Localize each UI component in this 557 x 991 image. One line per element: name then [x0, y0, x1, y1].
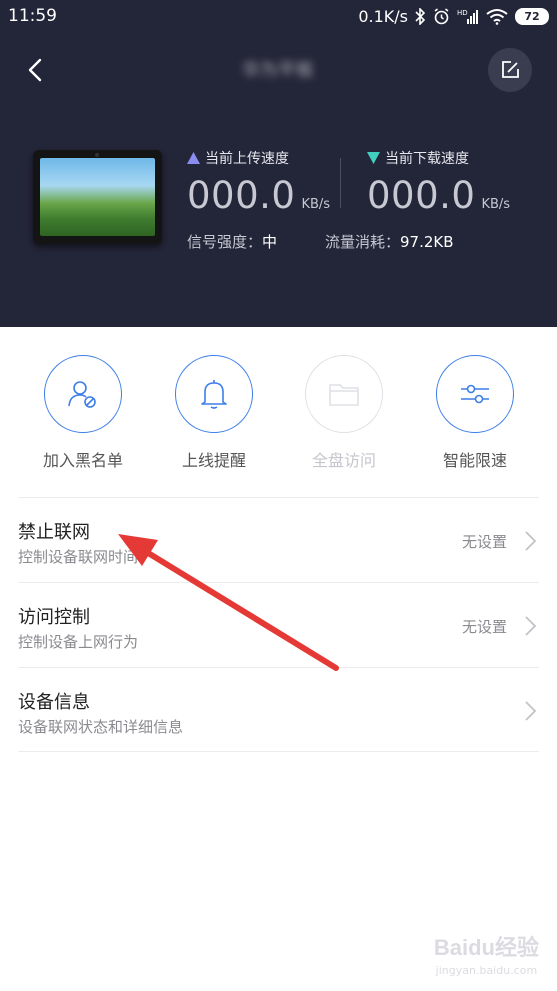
access-control-subtitle: 控制设备上网行为 — [18, 633, 139, 651]
access-control-title: 访问控制 — [18, 607, 90, 628]
sliders-icon — [461, 384, 489, 404]
settings-list: 禁止联网 控制设备联网时间 无设置 访问控制 控制设备上网行为 无设置 设备信息… — [18, 497, 539, 752]
watermark-url: jingyan.baidu.com — [435, 964, 538, 977]
chevron-right-icon — [525, 616, 537, 636]
traffic-usage-label: 流量消耗： — [325, 233, 401, 251]
quick-actions: 加入黑名单 上线提醒 全盘访问 智能限速 — [0, 355, 557, 475]
signal-strength: 信号强度：中 — [187, 231, 277, 252]
folder-icon — [329, 384, 359, 406]
full-disk-access-label: 全盘访问 — [311, 451, 376, 470]
speed-limit-circle — [436, 355, 514, 433]
status-time: 11:59 — [8, 6, 57, 26]
bluetooth-icon — [415, 7, 426, 25]
user-block-icon — [68, 381, 96, 408]
device-info-subtitle: 设备联网状态和详细信息 — [18, 718, 184, 736]
download-speed-label: 当前下载速度 — [385, 151, 469, 167]
signal-strength-value: 中 — [262, 233, 278, 251]
watermark-brand: Baidu经验 — [433, 935, 539, 960]
device-name-title: 华为平板 — [242, 60, 314, 81]
online-reminder-label: 上线提醒 — [181, 451, 246, 470]
svg-text:HD: HD — [457, 9, 468, 17]
edit-button[interactable] — [488, 48, 532, 92]
cellular-signal-icon: HD — [457, 9, 478, 24]
access-control-value: 无设置 — [461, 618, 507, 636]
status-icons: 0.1K/s HD 72 — [358, 5, 549, 27]
upload-speed: 当前上传速度 000.0 KB/s — [187, 148, 330, 217]
edit-icon — [502, 61, 519, 78]
baidu-watermark: Baidu经验 jingyan.baidu.com — [434, 930, 539, 977]
status-bar: 11:59 0.1K/s HD 72 — [0, 0, 557, 34]
chevron-right-icon — [525, 531, 537, 551]
upload-speed-label: 当前上传速度 — [205, 151, 289, 167]
upload-speed-unit: KB/s — [301, 197, 331, 212]
blacklist-circle — [44, 355, 122, 433]
disk-access-circle — [305, 355, 383, 433]
download-triangle-icon — [367, 152, 380, 164]
chevron-right-icon — [525, 701, 537, 721]
block-internet-value: 无设置 — [461, 533, 507, 551]
signal-strength-label: 信号强度： — [187, 233, 263, 251]
block-internet-item[interactable]: 禁止联网 控制设备联网时间 无设置 — [18, 497, 539, 582]
tablet-screen — [40, 158, 155, 236]
back-arrow-icon[interactable] — [22, 56, 50, 84]
alarm-icon — [434, 7, 449, 24]
online-reminder-button[interactable]: 上线提醒 — [159, 355, 269, 471]
network-speed: 0.1K/s — [358, 6, 408, 26]
device-header: 11:59 0.1K/s HD 72 华为平板 当前上传速度 000.0 KB/… — [0, 0, 557, 327]
speed-divider — [340, 158, 341, 208]
download-speed: 当前下载速度 000.0 KB/s — [367, 148, 510, 217]
add-to-blacklist-label: 加入黑名单 — [42, 451, 123, 470]
smart-speed-limit-label: 智能限速 — [442, 451, 507, 470]
bell-icon — [201, 380, 227, 409]
device-info-title: 设备信息 — [18, 692, 90, 713]
device-info-item[interactable]: 设备信息 设备联网状态和详细信息 — [18, 667, 539, 752]
upload-speed-value: 000.0 — [187, 174, 296, 217]
access-control-item[interactable]: 访问控制 控制设备上网行为 无设置 — [18, 582, 539, 667]
traffic-usage-value: 97.2KB — [400, 233, 454, 251]
smart-speed-limit-button[interactable]: 智能限速 — [420, 355, 530, 471]
block-internet-subtitle: 控制设备联网时间 — [18, 548, 139, 566]
full-disk-access-button[interactable]: 全盘访问 — [289, 355, 399, 471]
upload-triangle-icon — [187, 152, 200, 164]
reminder-circle — [175, 355, 253, 433]
battery-indicator: 72 — [515, 7, 549, 25]
device-image — [33, 150, 162, 244]
download-speed-unit: KB/s — [481, 197, 511, 212]
traffic-usage: 流量消耗：97.2KB — [325, 231, 454, 252]
add-to-blacklist-button[interactable]: 加入黑名单 — [28, 355, 138, 471]
tablet-camera — [95, 153, 99, 157]
wifi-icon — [486, 8, 508, 25]
download-speed-value: 000.0 — [367, 174, 476, 217]
block-internet-title: 禁止联网 — [18, 522, 90, 543]
